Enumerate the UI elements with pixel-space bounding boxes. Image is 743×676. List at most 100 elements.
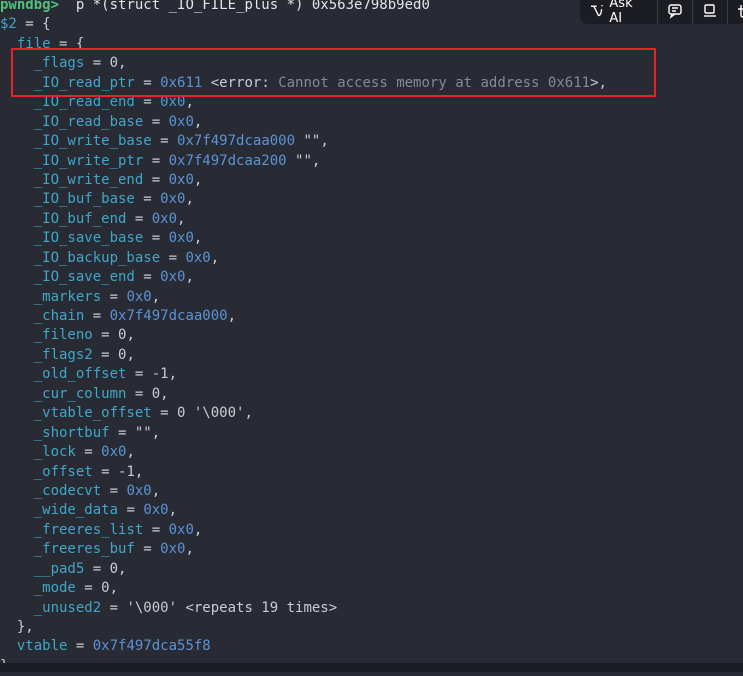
punctuation — [0, 522, 34, 538]
terminal-line: vtable = 0x7f497dca55f8 — [0, 637, 607, 656]
field-name: _old_offset — [33, 366, 127, 383]
field-name: file — [16, 35, 51, 52]
field-name: _flags — [33, 55, 85, 72]
punctuation: = -1, — [126, 366, 178, 383]
field-name: _codecvt — [33, 482, 102, 499]
terminal-line: pwndbg> p *(struct _IO_FILE_plus *) 0x56… — [0, 0, 607, 15]
terminal-line: _flags = 0, — [0, 54, 607, 73]
punctuation: , — [210, 249, 220, 266]
punctuation: , — [185, 94, 194, 111]
field-name: _cur_column — [33, 385, 127, 402]
punctuation: , — [185, 269, 194, 286]
terminal-line: _vtable_offset = 0 '\000', — [0, 404, 607, 423]
field-value: 0x0 — [168, 113, 194, 130]
field-name: _wide_data — [33, 502, 119, 519]
punctuation — [0, 638, 17, 654]
punctuation: = — [84, 308, 110, 324]
terminal-line: _markers = 0x0, — [0, 288, 607, 307]
punctuation: = — [134, 269, 161, 286]
punctuation: , — [151, 288, 161, 305]
panel-button[interactable] — [693, 0, 728, 24]
punctuation: = — [118, 502, 144, 519]
terminal-line: _codecvt = 0x0, — [0, 482, 607, 501]
punctuation: = — [143, 230, 169, 247]
field-value: 0x7f497dcaa200 — [168, 152, 287, 169]
punctuation: , — [168, 502, 178, 519]
punctuation: = — [134, 541, 161, 558]
field-value: 0x0 — [160, 94, 186, 111]
punctuation: = 0, — [126, 385, 169, 402]
punctuation: = { — [16, 16, 51, 33]
field-name: _freeres_buf — [33, 541, 135, 558]
field-name: vtable — [16, 638, 68, 655]
punctuation — [0, 444, 34, 460]
field-name: _freeres_list — [33, 521, 144, 538]
field-value: 0x0 — [168, 521, 194, 538]
terminal-line: _IO_write_end = 0x0, — [0, 171, 607, 190]
punctuation: = 0 '\000', — [151, 405, 253, 422]
punctuation — [0, 250, 34, 266]
terminal-line: _lock = 0x0, — [0, 443, 607, 462]
ai-sparkle-icon — [590, 4, 603, 17]
terminal-line: _fileno = 0, — [0, 326, 607, 345]
punctuation — [0, 94, 34, 110]
terminal-line: _chain = 0x7f497dcaa000, — [0, 307, 607, 326]
field-name: _IO_buf_base — [33, 191, 135, 208]
punctuation: = 0, — [84, 560, 127, 577]
punctuation: = — [143, 113, 169, 130]
punctuation: = — [101, 288, 127, 305]
punctuation — [0, 269, 34, 285]
punctuation — [0, 464, 34, 480]
punctuation — [0, 347, 34, 363]
punctuation: , — [193, 113, 203, 130]
command-text: p *(struct _IO_FILE_plus *) 0x563e798b9e… — [67, 0, 430, 13]
field-value: 0x0 — [101, 444, 127, 461]
punctuation — [0, 308, 34, 324]
terminal-line: _IO_buf_base = 0x0, — [0, 190, 607, 209]
field-value: 0x0 — [168, 230, 194, 247]
punctuation: , — [185, 191, 194, 208]
terminal-line: _IO_save_end = 0x0, — [0, 268, 607, 287]
punctuation — [0, 327, 34, 343]
comment-button[interactable] — [658, 0, 693, 24]
field-value: 0x0 — [151, 210, 178, 227]
field-name: _IO_save_base — [33, 230, 144, 247]
field-name: __pad5 — [33, 560, 85, 577]
field-value: 0x0 — [160, 191, 186, 208]
field-name: _vtable_offset — [33, 405, 152, 422]
terminal-line: _cur_column = 0, — [0, 385, 607, 404]
punctuation — [0, 36, 17, 52]
ask-ai-button[interactable]: Ask AI — [580, 0, 658, 26]
panel-icon — [704, 4, 716, 17]
field-name: _IO_write_end — [33, 171, 144, 188]
punctuation: = — [67, 638, 93, 655]
field-name: $2 — [0, 16, 17, 33]
terminal-line: file = { — [0, 35, 607, 54]
punctuation — [0, 133, 34, 149]
field-name: _chain — [33, 308, 85, 324]
field-name: _markers — [33, 288, 102, 305]
terminal-line: _IO_buf_end = 0x0, — [0, 210, 607, 229]
punctuation — [0, 55, 34, 71]
punctuation — [0, 211, 34, 227]
text-button[interactable] — [728, 0, 743, 24]
terminal-line: _wide_data = 0x0, — [0, 501, 607, 520]
field-name: _offset — [33, 463, 93, 480]
terminal-line: _mode = 0, — [0, 579, 607, 598]
field-value: 0x0 — [168, 171, 194, 188]
field-name: _IO_read_end — [33, 94, 135, 111]
punctuation: = — [160, 249, 186, 266]
punctuation: = — [134, 94, 161, 111]
punctuation: , — [126, 444, 135, 461]
punctuation: = '\000' <repeats 19 times> — [101, 599, 338, 616]
punctuation: = — [143, 521, 169, 538]
punctuation: = 0, — [92, 327, 135, 344]
punctuation — [0, 580, 34, 596]
punctuation: <error: — [202, 74, 279, 91]
punctuation — [0, 502, 34, 518]
punctuation — [0, 230, 34, 246]
punctuation — [0, 600, 34, 616]
punctuation — [0, 75, 34, 91]
field-value: 0x7f497dcaa000 — [109, 308, 228, 324]
terminal-output[interactable]: pwndbg> p *(struct _IO_FILE_plus *) 0x56… — [0, 0, 607, 676]
